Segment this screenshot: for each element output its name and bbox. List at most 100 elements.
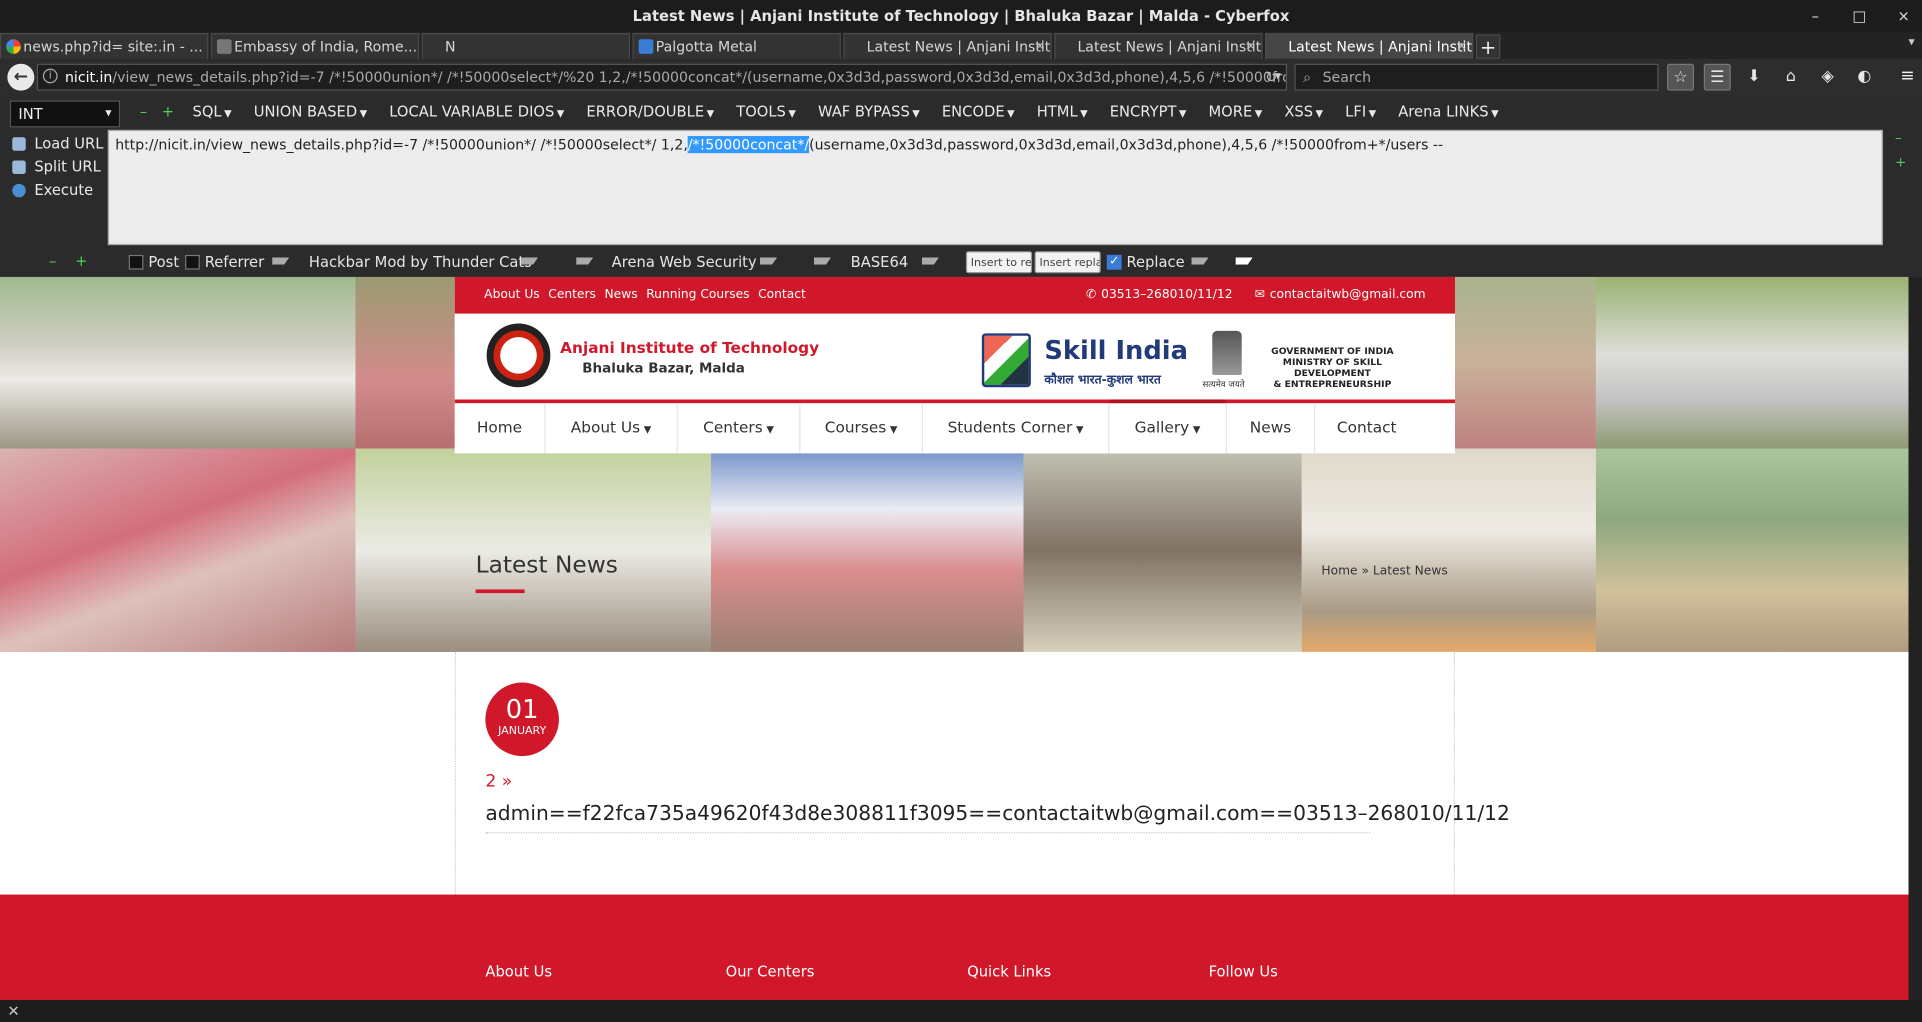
tab-close-icon[interactable]: × — [1245, 34, 1256, 59]
tab-label: Latest News | Anjani Instit... — [1288, 37, 1474, 56]
close-findbar-icon[interactable]: ✕ — [7, 1002, 19, 1019]
ministry-text: GOVERNMENT OF INDIA MINISTRY OF SKILL DE… — [1249, 346, 1416, 390]
back-button[interactable]: ← — [7, 63, 35, 91]
menu-sql[interactable]: SQL ▼ — [181, 103, 242, 120]
bookmark-star-icon[interactable]: ☆ — [1667, 63, 1695, 91]
insert-to-replace-input[interactable]: Insert to repl — [965, 251, 1033, 274]
menu-lfi[interactable]: LFI ▼ — [1334, 103, 1387, 120]
arrow-icon[interactable] — [520, 257, 539, 265]
tab-label: Latest News | Anjani Instit... — [866, 37, 1052, 56]
menu-waf-bypass[interactable]: WAF BYPASS ▼ — [807, 103, 931, 120]
hackbar-panel: INT ▾ – + SQL ▼ UNION BASED ▼ LOCAL VARIAB… — [0, 95, 1922, 277]
menu-label: WAF BYPASS — [817, 102, 910, 121]
chevron-down-icon: ▼ — [912, 107, 920, 119]
menu-label: XSS — [1284, 102, 1314, 121]
nav-centers[interactable]: Centers ▼ — [678, 403, 801, 454]
arrow-icon[interactable] — [921, 257, 939, 265]
close-button[interactable]: × — [1895, 0, 1912, 32]
nav-contact[interactable]: Contact — [1315, 403, 1418, 453]
arrow-icon[interactable] — [272, 257, 290, 265]
breadcrumb[interactable]: Home » Latest News — [1321, 565, 1447, 578]
menu-html[interactable]: HTML ▼ — [1026, 103, 1099, 120]
tab-embassy[interactable]: Embassy of India, Rome... — [210, 33, 420, 59]
load-url-button[interactable]: Load URL — [12, 132, 103, 155]
split-url-label: Split URL — [34, 158, 101, 176]
menu-local-variable-dios[interactable]: LOCAL VARIABLE DIOS ▼ — [378, 103, 575, 120]
top-link-news[interactable]: News — [604, 288, 637, 301]
hackbar-bottom-toggles[interactable]: – + — [49, 252, 87, 269]
news-link[interactable]: 2 » — [485, 772, 512, 792]
chevron-down-icon: ▼ — [1368, 107, 1377, 119]
menu-error-double[interactable]: ERROR/DOUBLE ▼ — [575, 103, 725, 120]
nav-courses[interactable]: Courses ▼ — [800, 403, 924, 454]
site-info-icon[interactable]: i — [42, 68, 58, 84]
tab-latest-news-active[interactable]: Latest News | Anjani Instit... × — [1264, 33, 1474, 59]
menu-arena-links[interactable]: Arena LINKS ▼ — [1387, 103, 1509, 120]
tab-google-search[interactable]: news.php?id= site:.in - ... — [0, 33, 209, 59]
menu-label: LOCAL VARIABLE DIOS — [389, 102, 555, 121]
insert-replace-input[interactable]: Insert replac — [1034, 251, 1101, 274]
tab-list-chevron-icon[interactable]: ▾ — [1908, 36, 1914, 49]
footer-follow-us[interactable]: Follow Us — [1209, 963, 1278, 980]
split-url-icon — [12, 160, 26, 175]
int-select[interactable]: INT ▾ — [9, 100, 121, 128]
footer-our-centers[interactable]: Our Centers — [726, 963, 815, 980]
ait-logo-icon[interactable] — [486, 323, 551, 388]
footer-quick-links[interactable]: Quick Links — [967, 963, 1051, 980]
email-contact[interactable]: ✉ contactaitwb@gmail.com — [1255, 288, 1426, 301]
top-link-contact[interactable]: Contact — [758, 288, 806, 301]
hackbar-url-textarea[interactable]: http://nicit.in/view_news_details.php?id… — [107, 129, 1883, 246]
extension-icon[interactable]: ◐ — [1851, 64, 1878, 91]
tab-close-icon[interactable]: × — [1034, 34, 1045, 59]
execute-icon — [12, 183, 26, 198]
increase-icon[interactable]: + — [154, 103, 181, 120]
download-icon[interactable]: ⬇ — [1741, 64, 1768, 91]
url-bar[interactable]: i nicit.in/view_news_details.php?id=-7 /… — [36, 63, 1288, 91]
menu-hamburger-icon[interactable]: ≡ — [1900, 66, 1914, 86]
nav-gallery[interactable]: Gallery ▼ — [1109, 399, 1227, 454]
split-url-button[interactable]: Split URL — [12, 156, 103, 179]
pocket-icon[interactable]: ◈ — [1814, 64, 1841, 91]
tab-latest-news-2[interactable]: Latest News | Anjani Instit... × — [1054, 33, 1263, 59]
reload-icon[interactable]: ↻ — [1265, 69, 1277, 86]
tab-n[interactable]: N — [421, 33, 631, 59]
replace-checkbox[interactable]: ✓ Replace — [1106, 254, 1185, 271]
arrow-icon[interactable] — [759, 257, 778, 265]
nav-news[interactable]: News — [1227, 403, 1316, 454]
nav-home[interactable]: Home — [455, 403, 546, 454]
menu-encode[interactable]: ENCODE ▼ — [931, 103, 1026, 120]
search-input[interactable]: ⌕ Search — [1294, 63, 1659, 91]
tab-latest-news-1[interactable]: Latest News | Anjani Instit... × — [843, 33, 1052, 59]
reader-view-icon[interactable]: ☰ — [1703, 63, 1731, 91]
url-path: /view_news_details.php?id=-7 /*!50000uni… — [112, 68, 1288, 86]
arrow-icon[interactable] — [576, 257, 594, 265]
nav-about-us[interactable]: About Us ▼ — [545, 403, 678, 454]
menu-more[interactable]: MORE ▼ — [1197, 103, 1273, 120]
menu-union-based[interactable]: UNION BASED ▼ — [243, 103, 379, 120]
menu-tools[interactable]: TOOLS ▼ — [725, 103, 807, 120]
new-tab-button[interactable]: + — [1475, 34, 1501, 59]
top-link-running-courses[interactable]: Running Courses — [646, 288, 749, 301]
hackbar-right-toggles[interactable]: – + — [1895, 131, 1906, 169]
nav-students-corner[interactable]: Students Corner ▼ — [923, 403, 1110, 454]
page-scrollbar[interactable] — [1908, 276, 1922, 1000]
arrow-icon[interactable] — [1191, 257, 1209, 265]
maximize-button[interactable]: □ — [1851, 0, 1868, 32]
minimize-button[interactable]: – — [1807, 0, 1824, 32]
execute-button[interactable]: Execute — [12, 179, 103, 202]
menu-xss[interactable]: XSS ▼ — [1273, 103, 1334, 120]
arrow-icon[interactable] — [1235, 257, 1253, 265]
site-title[interactable]: Anjani Institute of Technology — [560, 338, 819, 356]
menu-encrypt[interactable]: ENCRYPT ▼ — [1099, 103, 1198, 120]
home-icon[interactable]: ⌂ — [1777, 64, 1804, 91]
referrer-checkbox[interactable]: Referrer — [185, 254, 264, 271]
decrease-icon[interactable]: – — [132, 103, 154, 120]
arrow-icon[interactable] — [813, 257, 832, 265]
post-checkbox[interactable]: Post — [128, 254, 179, 271]
skill-india-logo-icon — [981, 333, 1031, 388]
top-link-centers[interactable]: Centers — [548, 288, 596, 301]
tab-palgotta[interactable]: Palgotta Metal — [632, 33, 841, 59]
footer-about-us[interactable]: About Us — [485, 963, 552, 980]
top-link-about-us[interactable]: About Us — [484, 288, 540, 301]
tab-close-icon[interactable]: × — [1456, 34, 1467, 59]
